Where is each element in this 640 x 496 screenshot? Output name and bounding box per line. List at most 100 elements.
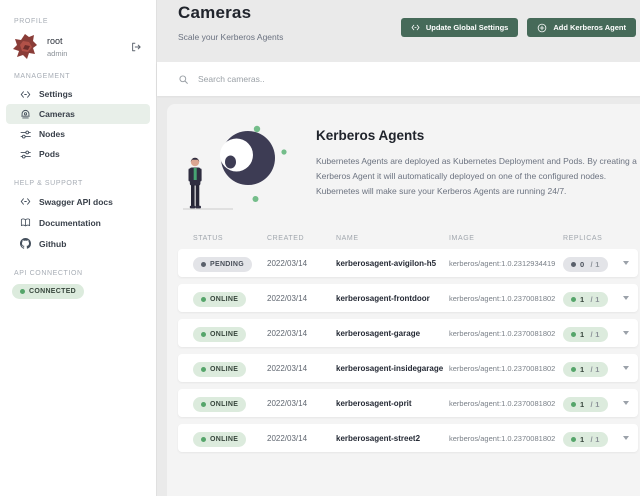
- created-date: 2022/03/14: [267, 328, 308, 338]
- status-badge: ONLINE: [193, 327, 247, 342]
- search-input[interactable]: [198, 74, 538, 84]
- chevron-down-icon[interactable]: [623, 436, 629, 440]
- sidebar-item-nodes[interactable]: Nodes: [6, 124, 150, 144]
- sidebar: PROFILE root admin MANAGEMENT Settings C…: [0, 0, 157, 496]
- agent-name: kerberosagent-insidegarage: [336, 363, 444, 373]
- replicas-badge: 1/ 1: [563, 362, 608, 377]
- sidebar-item-github[interactable]: Github: [6, 233, 150, 254]
- profile-card: root admin: [12, 33, 144, 61]
- api-section-label: API CONNECTION: [14, 270, 83, 277]
- table-row[interactable]: ONLINE 2022/03/14 kerberosagent-street2 …: [178, 424, 638, 452]
- code-brackets-icon: [19, 88, 31, 100]
- page-header: Cameras Scale your Kerberos Agents Updat…: [157, 0, 640, 62]
- agent-image: kerberos/agent:1.0.2370081802: [449, 398, 556, 408]
- created-date: 2022/03/14: [267, 433, 308, 443]
- agent-image: kerberos/agent:1.0.2312934419: [449, 258, 556, 268]
- agent-image: kerberos/agent:1.0.2370081802: [449, 293, 556, 303]
- logout-icon[interactable]: [130, 41, 142, 53]
- status-badge: ONLINE: [193, 362, 247, 377]
- agent-image: kerberos/agent:1.0.2370081802: [449, 363, 556, 373]
- sidebar-item-swagger[interactable]: Swagger API docs: [6, 191, 150, 212]
- table-row[interactable]: ONLINE 2022/03/14 kerberosagent-oprit ke…: [178, 389, 638, 417]
- profile-section-label: PROFILE: [14, 18, 49, 25]
- plus-circle-icon: [538, 23, 547, 32]
- table-row[interactable]: ONLINE 2022/03/14 kerberosagent-garage k…: [178, 319, 638, 347]
- status-badge: ONLINE: [193, 432, 247, 447]
- sliders-icon: [19, 148, 31, 160]
- sidebar-item-label: Cameras: [39, 109, 75, 119]
- replicas-badge: 1/ 1: [563, 432, 608, 447]
- created-date: 2022/03/14: [267, 258, 308, 268]
- sliders-icon: [19, 128, 31, 140]
- page-subtitle: Scale your Kerberos Agents: [178, 32, 284, 42]
- status-badge: PENDING: [193, 257, 252, 272]
- main-content: Cameras Scale your Kerberos Agents Updat…: [157, 0, 640, 496]
- col-header-created: CREATED: [267, 234, 305, 242]
- add-kerberos-agent-button[interactable]: Add Kerberos Agent: [527, 18, 636, 37]
- agent-image: kerberos/agent:1.0.2370081802: [449, 433, 556, 443]
- agent-name: kerberosagent-oprit: [336, 398, 412, 408]
- col-header-name: NAME: [336, 234, 359, 242]
- sidebar-item-label: Settings: [39, 89, 73, 99]
- management-section-label: MANAGEMENT: [14, 73, 71, 80]
- search-icon: [179, 74, 188, 84]
- created-date: 2022/03/14: [267, 398, 308, 408]
- intro-section: Kerberos Agents Kubernetes Agents are de…: [178, 112, 638, 217]
- table-row[interactable]: ONLINE 2022/03/14 kerberosagent-insidega…: [178, 354, 638, 382]
- profile-role: admin: [47, 49, 68, 58]
- chevron-down-icon[interactable]: [623, 366, 629, 370]
- sidebar-item-label: Swagger API docs: [39, 196, 113, 207]
- agents-table: STATUS CREATED NAME IMAGE REPLICAS PENDI…: [178, 227, 638, 452]
- profile-username: root: [47, 36, 63, 46]
- book-icon: [19, 217, 31, 229]
- intro-title: Kerberos Agents: [316, 128, 425, 143]
- code-brackets-icon: [19, 196, 31, 208]
- sidebar-item-settings[interactable]: Settings: [6, 84, 150, 104]
- intro-description: Kubernetes Agents are deployed as Kubern…: [316, 156, 637, 196]
- sidebar-item-label: Documentation: [39, 217, 101, 228]
- help-nav: Swagger API docs Documentation Github: [0, 191, 156, 254]
- management-nav: Settings Cameras Nodes Pods: [0, 84, 156, 164]
- table-row[interactable]: PENDING 2022/03/14 kerberosagent-avigilo…: [178, 249, 638, 277]
- col-header-image: IMAGE: [449, 234, 475, 242]
- code-brackets-icon: [411, 24, 420, 31]
- replicas-badge: 1/ 1: [563, 397, 608, 412]
- table-header-row: STATUS CREATED NAME IMAGE REPLICAS: [178, 227, 638, 249]
- col-header-replicas: REPLICAS: [563, 234, 603, 242]
- update-global-settings-button[interactable]: Update Global Settings: [400, 18, 519, 37]
- chevron-down-icon[interactable]: [623, 331, 629, 335]
- camera-icon: [19, 108, 31, 120]
- status-dot: [20, 289, 25, 294]
- agent-name: kerberosagent-garage: [336, 328, 421, 338]
- eye-person-illustration: [183, 125, 287, 210]
- status-badge: ONLINE: [193, 292, 247, 307]
- replicas-badge: 1/ 1: [563, 292, 608, 307]
- sidebar-item-label: Nodes: [39, 129, 65, 139]
- api-status-badge: CONNECTED: [12, 284, 85, 299]
- sidebar-item-pods[interactable]: Pods: [6, 144, 150, 164]
- replicas-badge: 1/ 1: [563, 327, 608, 342]
- search-bar: [157, 62, 640, 96]
- replicas-badge: 0/ 1: [563, 257, 608, 272]
- agent-name: kerberosagent-street2: [336, 433, 421, 443]
- content-panel: Kerberos Agents Kubernetes Agents are de…: [167, 104, 640, 496]
- chevron-down-icon[interactable]: [623, 296, 629, 300]
- sidebar-item-label: Github: [39, 238, 67, 249]
- chevron-down-icon[interactable]: [623, 261, 629, 265]
- table-row[interactable]: ONLINE 2022/03/14 kerberosagent-frontdoo…: [178, 284, 638, 312]
- sidebar-item-documentation[interactable]: Documentation: [6, 212, 150, 233]
- created-date: 2022/03/14: [267, 363, 308, 373]
- sidebar-item-label: Pods: [39, 149, 60, 159]
- col-header-status: STATUS: [193, 234, 224, 242]
- github-icon: [19, 238, 31, 250]
- chevron-down-icon[interactable]: [623, 401, 629, 405]
- created-date: 2022/03/14: [267, 293, 308, 303]
- status-badge: ONLINE: [193, 397, 247, 412]
- sidebar-item-cameras[interactable]: Cameras: [6, 104, 150, 124]
- kerberos-logo-avatar: [13, 34, 37, 59]
- agent-image: kerberos/agent:1.0.2370081802: [449, 328, 556, 338]
- page-title: Cameras: [178, 3, 252, 22]
- help-section-label: HELP & SUPPORT: [14, 180, 83, 187]
- agent-name: kerberosagent-frontdoor: [336, 293, 430, 303]
- agent-name: kerberosagent-avigilon-h5: [336, 258, 437, 268]
